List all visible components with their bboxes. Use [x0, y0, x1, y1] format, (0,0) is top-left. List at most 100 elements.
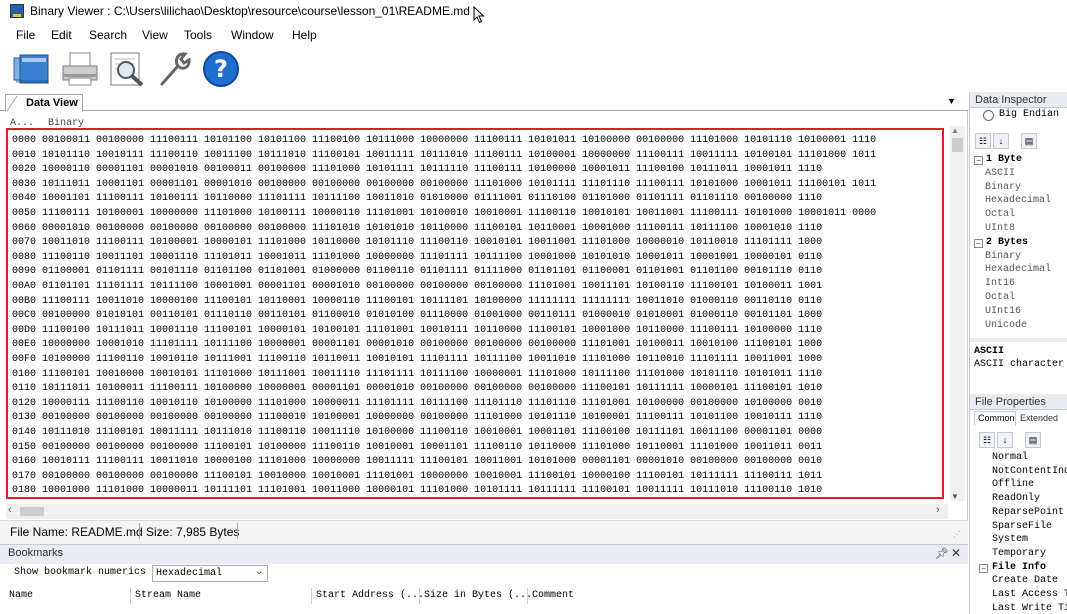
- inspector-item[interactable]: Binary: [985, 251, 1021, 262]
- inspector-item[interactable]: Octal: [985, 209, 1015, 220]
- attribute-item[interactable]: SparseFile: [992, 521, 1052, 532]
- row-bytes[interactable]: 00100000 01010101 00110101 01110110 0011…: [42, 310, 822, 321]
- attribute-item[interactable]: ReparsePoint: [992, 507, 1064, 518]
- inspector-item[interactable]: ASCII: [985, 168, 1015, 179]
- row-bytes[interactable]: 00100000 00100000 00100000 11100101 1001…: [42, 471, 822, 482]
- file-info-group[interactable]: File Info: [992, 562, 1046, 573]
- binary-row[interactable]: 0140 10111010 11100101 10011111 10111010…: [12, 425, 822, 440]
- binary-row[interactable]: 00C0 00100000 01010101 00110101 01110110…: [12, 308, 822, 323]
- row-bytes[interactable]: 00100000 00100000 00100000 11100101 1010…: [42, 442, 822, 453]
- binary-data-grid[interactable]: 0000 00100011 00100000 11100111 10101100…: [6, 128, 944, 499]
- collapse-icon[interactable]: −: [974, 156, 983, 165]
- categorized-view-icon[interactable]: ☷: [979, 432, 995, 448]
- attribute-item[interactable]: NotContentInde: [992, 466, 1067, 477]
- property-pages-icon[interactable]: ▤: [1025, 432, 1041, 448]
- binary-row[interactable]: 0010 10101110 10010111 11100110 10011100…: [12, 148, 876, 163]
- row-bytes[interactable]: 10000111 11100110 10010110 10100000 1110…: [42, 398, 822, 409]
- binary-row[interactable]: 00B0 11100111 10011010 10000100 11100101…: [12, 294, 822, 309]
- scroll-up-icon[interactable]: ▲: [951, 126, 959, 135]
- row-bytes[interactable]: 00001010 00100000 00100000 00100000 0010…: [42, 223, 822, 234]
- row-bytes[interactable]: 10111011 10001101 00001101 00001010 0010…: [42, 179, 876, 190]
- file-info-item[interactable]: Last Write Tim: [992, 603, 1067, 614]
- categorized-view-icon[interactable]: ☷: [975, 133, 991, 149]
- inspector-item[interactable]: Hexadecimal: [985, 264, 1051, 275]
- scroll-right-icon[interactable]: ›: [936, 504, 940, 516]
- row-bytes[interactable]: 01100001 01101111 00101110 01101100 0110…: [42, 266, 822, 277]
- attribute-item[interactable]: Offline: [992, 479, 1034, 490]
- binary-row[interactable]: 00F0 10100000 11100110 10010110 10111001…: [12, 352, 822, 367]
- inspector-group[interactable]: 1 Byte: [986, 154, 1022, 165]
- menu-tools[interactable]: Tools: [184, 28, 212, 42]
- binary-row[interactable]: 0150 00100000 00100000 00100000 11100101…: [12, 440, 822, 455]
- sort-alpha-icon[interactable]: ↓: [993, 133, 1009, 149]
- menu-search[interactable]: Search: [89, 28, 127, 42]
- row-bytes[interactable]: 01101101 11101111 10111100 10001001 0000…: [42, 281, 822, 292]
- binary-row[interactable]: 0000 00100011 00100000 11100111 10101100…: [12, 133, 876, 148]
- binary-row[interactable]: 0070 10011010 11100111 10100001 10000101…: [12, 235, 822, 250]
- inspector-item[interactable]: UInt8: [985, 223, 1015, 234]
- row-bytes[interactable]: 10101110 10010111 11100110 10011100 1011…: [42, 150, 876, 161]
- bookmark-col-size[interactable]: Size in Bytes (...: [424, 590, 532, 601]
- attribute-item[interactable]: Temporary: [992, 548, 1046, 559]
- binary-row[interactable]: 0100 11100101 10010000 10010101 11101000…: [12, 367, 822, 382]
- binary-row[interactable]: 0060 00001010 00100000 00100000 00100000…: [12, 221, 822, 236]
- resize-grip-icon[interactable]: ⋰: [953, 530, 961, 539]
- row-bytes[interactable]: 10001000 11101000 10000011 10111101 1110…: [42, 485, 822, 496]
- big-endian-radio[interactable]: [983, 110, 994, 121]
- row-bytes[interactable]: 11100110 10011101 10001110 11101011 1000…: [42, 252, 822, 263]
- inspector-item[interactable]: Int16: [985, 278, 1015, 289]
- menu-view[interactable]: View: [142, 28, 168, 42]
- binary-row[interactable]: 0090 01100001 01101111 00101110 01101100…: [12, 264, 822, 279]
- inspector-item[interactable]: Hexadecimal: [985, 195, 1051, 206]
- open-folder-icon[interactable]: [12, 50, 52, 88]
- bookmark-numerics-select[interactable]: Hexadecimal: [152, 565, 268, 582]
- row-bytes[interactable]: 11100101 10010000 10010101 11101000 1011…: [42, 369, 822, 380]
- inspector-group[interactable]: 2 Bytes: [986, 237, 1028, 248]
- inspector-item[interactable]: Unicode: [985, 320, 1027, 331]
- tab-extended[interactable]: Extended: [1017, 412, 1067, 426]
- vertical-scrollbar[interactable]: [950, 126, 965, 501]
- property-pages-icon[interactable]: ▤: [1021, 133, 1037, 149]
- attribute-item[interactable]: ReadOnly: [992, 493, 1040, 504]
- binary-row[interactable]: 0020 10000110 00001101 00001010 00100011…: [12, 162, 822, 177]
- horizontal-scrollbar[interactable]: [6, 504, 948, 519]
- tab-common[interactable]: Common: [974, 411, 1016, 426]
- scroll-down-icon[interactable]: ▼: [951, 492, 959, 501]
- binary-row[interactable]: 0120 10000111 11100110 10010110 10100000…: [12, 396, 822, 411]
- chevron-down-icon[interactable]: ⌄: [255, 566, 263, 577]
- binary-row[interactable]: 00D0 11100100 10111011 10001110 11100101…: [12, 323, 822, 338]
- binary-row[interactable]: 00A0 01101101 11101111 10111100 10001001…: [12, 279, 822, 294]
- menu-edit[interactable]: Edit: [51, 28, 72, 42]
- menu-help[interactable]: Help: [292, 28, 317, 42]
- row-bytes[interactable]: 11100100 10111011 10001110 11100101 1000…: [42, 325, 822, 336]
- horizontal-scroll-thumb[interactable]: [20, 507, 44, 516]
- row-bytes[interactable]: 10001101 11100111 10100111 10110000 1110…: [42, 193, 822, 204]
- bookmark-col-start-address[interactable]: Start Address (...: [316, 590, 424, 601]
- inspector-item[interactable]: UInt16: [985, 306, 1021, 317]
- row-bytes[interactable]: 10100000 11100110 10010110 10111001 1110…: [42, 354, 822, 365]
- attribute-item[interactable]: System: [992, 534, 1028, 545]
- row-bytes[interactable]: 10010111 11100111 10011010 10000100 1110…: [42, 456, 822, 467]
- attribute-item[interactable]: Normal: [992, 452, 1028, 463]
- row-bytes[interactable]: 10011010 11100111 10100001 10000101 1110…: [42, 237, 822, 248]
- tools-icon[interactable]: [154, 50, 194, 88]
- row-bytes[interactable]: 10111011 10100011 11100111 10100000 1000…: [42, 383, 822, 394]
- big-endian-label[interactable]: Big Endian: [999, 109, 1059, 120]
- inspector-item[interactable]: Binary: [985, 182, 1021, 193]
- menu-window[interactable]: Window: [231, 28, 274, 42]
- binary-row[interactable]: 00E0 10000000 10001010 11101111 10111100…: [12, 337, 822, 352]
- scroll-left-icon[interactable]: ‹: [8, 504, 12, 516]
- pin-icon[interactable]: 📌︎: [935, 547, 949, 560]
- row-bytes[interactable]: 10111010 11100101 10011111 10111010 1110…: [42, 427, 822, 438]
- panel-splitter[interactable]: [970, 338, 1067, 342]
- binary-row[interactable]: 0080 11100110 10011101 10001110 11101011…: [12, 250, 822, 265]
- vertical-scroll-thumb[interactable]: [952, 138, 963, 152]
- sort-alpha-icon[interactable]: ↓: [997, 432, 1013, 448]
- binary-row[interactable]: 0040 10001101 11100111 10100111 10110000…: [12, 191, 822, 206]
- inspector-item[interactable]: Octal: [985, 292, 1015, 303]
- file-info-item[interactable]: Create Date: [992, 575, 1058, 586]
- binary-row[interactable]: 0180 10001000 11101000 10000011 10111101…: [12, 483, 822, 497]
- binary-row[interactable]: 0110 10111011 10100011 11100111 10100000…: [12, 381, 822, 396]
- menu-file[interactable]: File: [16, 28, 35, 42]
- binary-row[interactable]: 0170 00100000 00100000 00100000 11100101…: [12, 469, 822, 484]
